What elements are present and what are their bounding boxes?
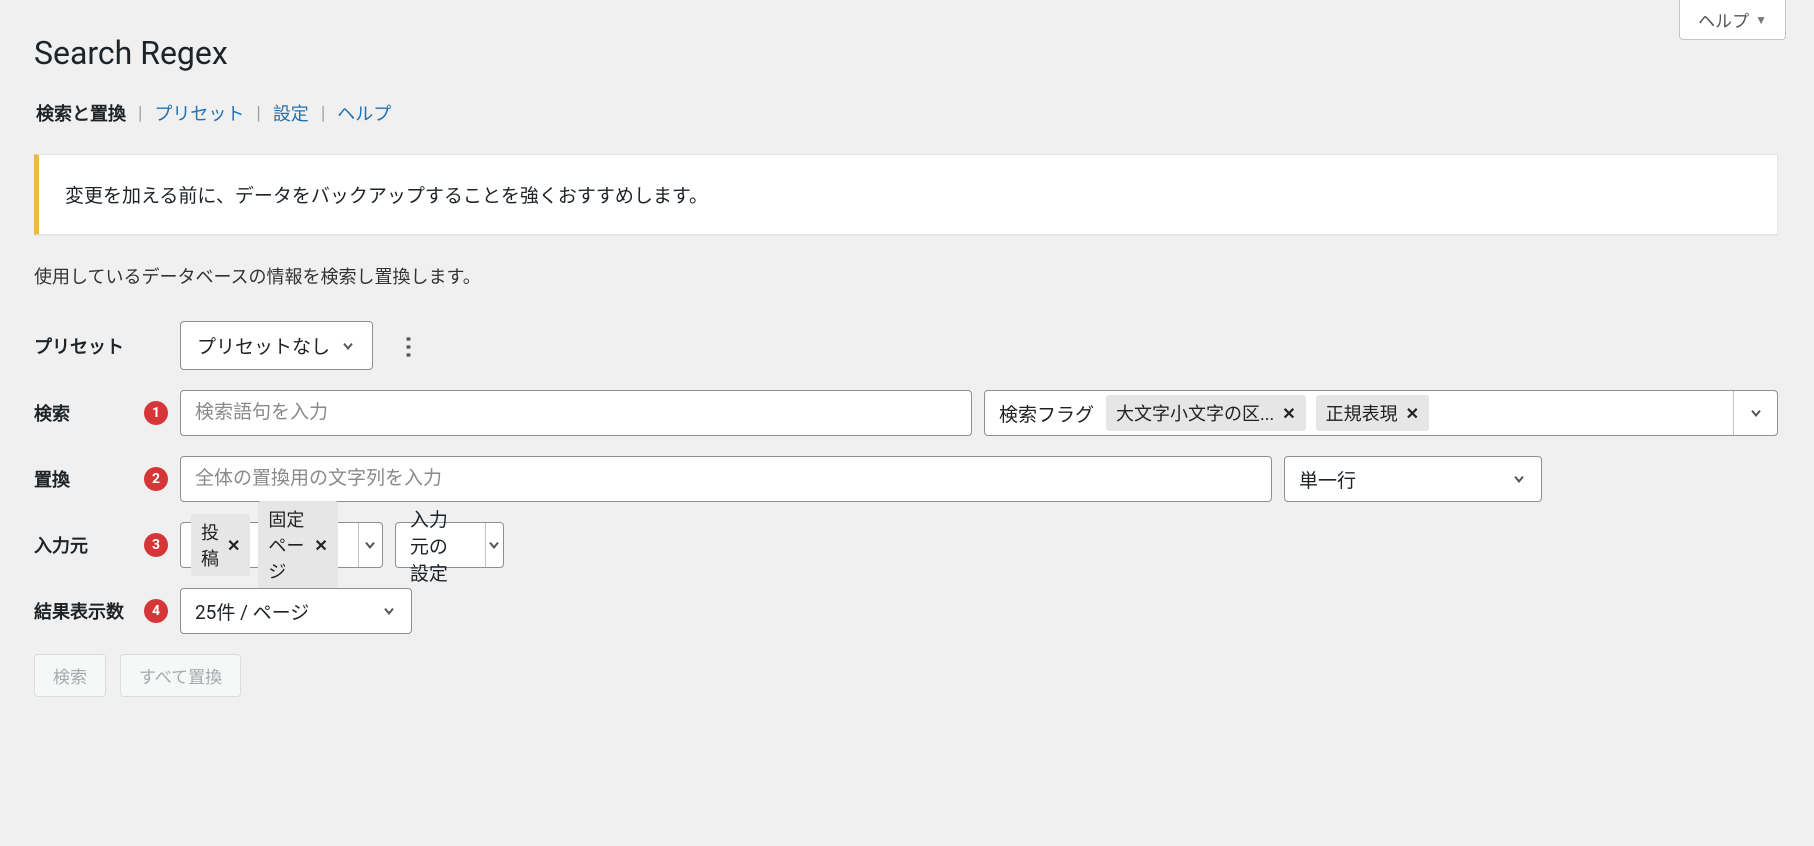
chevron-down-icon xyxy=(362,537,378,553)
search-row: 検索 1 検索フラグ 大文字小文字の区... ✕ 正規表現 ✕ xyxy=(34,390,1778,436)
source-chip-pages-label: 固定ページ xyxy=(268,506,306,584)
preset-select[interactable]: プリセットなし xyxy=(180,321,373,370)
page-title: Search Regex xyxy=(0,0,1814,72)
results-per-page-select[interactable]: 25件 / ページ xyxy=(180,588,412,634)
flag-chip-regex-label: 正規表現 xyxy=(1326,400,1398,426)
chevron-down-icon xyxy=(486,537,502,553)
search-label: 検索 1 xyxy=(34,400,180,426)
replace-input[interactable] xyxy=(180,456,1272,502)
chevron-down-icon xyxy=(340,338,356,354)
help-dropdown-label: ヘルプ xyxy=(1698,7,1749,32)
source-chip-posts-label: 投稿 xyxy=(201,519,219,571)
source-label-text: 入力元 xyxy=(34,532,88,558)
search-label-text: 検索 xyxy=(34,400,70,426)
replace-mode-select[interactable]: 単一行 xyxy=(1284,456,1542,502)
tab-separator: | xyxy=(256,103,260,124)
chevron-down-icon xyxy=(1511,471,1527,487)
preset-label-text: プリセット xyxy=(34,333,124,359)
source-label: 入力元 3 xyxy=(34,532,180,558)
chevron-down-icon xyxy=(1748,405,1764,421)
page-description: 使用しているデータベースの情報を検索し置換します。 xyxy=(0,235,1814,289)
replace-all-button[interactable]: すべて置換 xyxy=(120,654,241,697)
annotation-badge-1: 1 xyxy=(144,401,168,425)
preset-row: プリセット プリセットなし ⋯ xyxy=(34,321,1778,370)
tab-separator: | xyxy=(321,103,325,124)
search-flags-box[interactable]: 検索フラグ 大文字小文字の区... ✕ 正規表現 ✕ xyxy=(984,390,1778,436)
source-chip-pages: 固定ページ ✕ xyxy=(258,501,337,589)
replace-label: 置換 2 xyxy=(34,466,180,492)
chevron-down-icon: ▼ xyxy=(1755,13,1767,27)
replace-label-text: 置換 xyxy=(34,466,70,492)
flag-chip-case-label: 大文字小文字の区... xyxy=(1116,400,1274,426)
annotation-badge-4: 4 xyxy=(144,599,168,623)
results-row: 結果表示数 4 25件 / ページ xyxy=(34,588,1778,634)
source-options-label: 入力元の設定 xyxy=(410,505,455,586)
close-icon[interactable]: ✕ xyxy=(1282,404,1295,423)
source-dropdown-trigger[interactable] xyxy=(358,523,382,567)
preset-label: プリセット xyxy=(34,333,180,359)
backup-notice: 変更を加える前に、データをバックアップすることを強くおすすめします。 xyxy=(34,154,1778,235)
chevron-down-icon xyxy=(381,603,397,619)
results-label-text: 結果表示数 xyxy=(34,598,124,624)
source-tags-box[interactable]: 投稿 ✕ 固定ページ ✕ xyxy=(180,522,383,568)
source-chip-posts: 投稿 ✕ xyxy=(191,514,250,576)
replace-row: 置換 2 単一行 xyxy=(34,456,1778,502)
help-dropdown-button[interactable]: ヘルプ ▼ xyxy=(1679,0,1786,40)
preset-select-value: プリセットなし xyxy=(197,332,330,359)
source-row: 入力元 3 投稿 ✕ 固定ページ ✕ 入力元の設定 xyxy=(34,522,1778,568)
search-input[interactable] xyxy=(180,390,972,436)
close-icon[interactable]: ✕ xyxy=(1406,404,1419,423)
source-options-select[interactable]: 入力元の設定 xyxy=(395,522,504,568)
results-label: 結果表示数 4 xyxy=(34,598,180,624)
tab-settings[interactable]: 設定 xyxy=(273,100,309,126)
close-icon[interactable]: ✕ xyxy=(227,536,240,555)
flag-chip-case: 大文字小文字の区... ✕ xyxy=(1106,395,1306,431)
annotation-badge-3: 3 xyxy=(144,533,168,557)
action-buttons: 検索 すべて置換 xyxy=(0,634,1814,697)
tab-help[interactable]: ヘルプ xyxy=(337,100,391,126)
search-form: プリセット プリセットなし ⋯ 検索 1 検索フラグ 大文字小文字の区... ✕… xyxy=(0,289,1814,634)
flag-chip-regex: 正規表現 ✕ xyxy=(1316,395,1429,431)
search-flags-label: 検索フラグ xyxy=(999,400,1094,427)
kebab-menu-icon[interactable]: ⋯ xyxy=(395,334,423,358)
replace-mode-value: 単一行 xyxy=(1299,466,1356,493)
flags-dropdown-trigger[interactable] xyxy=(1733,391,1777,435)
tab-separator: | xyxy=(138,103,142,124)
tab-presets[interactable]: プリセット xyxy=(154,100,244,126)
tab-search-replace[interactable]: 検索と置換 xyxy=(36,100,126,126)
close-icon[interactable]: ✕ xyxy=(314,536,327,555)
tab-bar: 検索と置換 | プリセット | 設定 | ヘルプ xyxy=(0,72,1814,126)
search-button[interactable]: 検索 xyxy=(34,654,106,697)
annotation-badge-2: 2 xyxy=(144,467,168,491)
results-per-page-value: 25件 / ページ xyxy=(195,598,309,625)
